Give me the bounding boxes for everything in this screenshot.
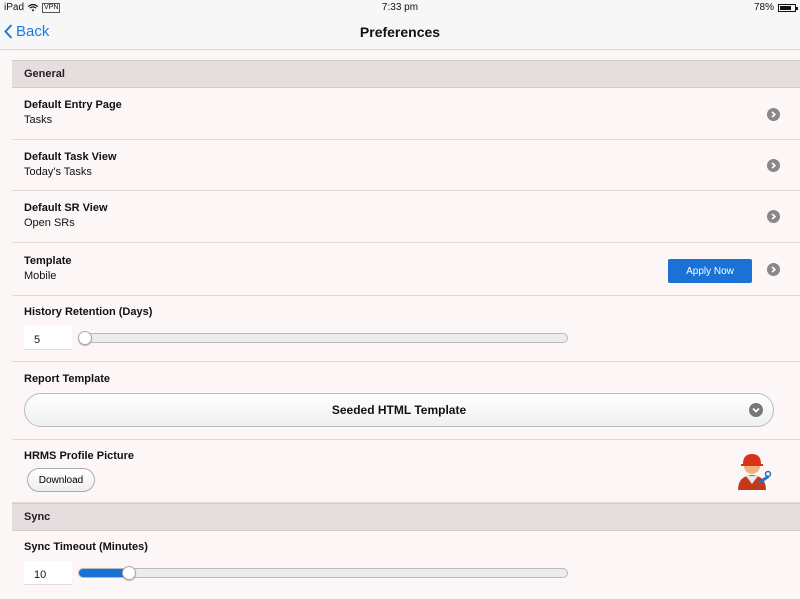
sync-timeout-slider-track[interactable] [78, 568, 568, 578]
section-header-sync: Sync [12, 503, 800, 531]
download-button[interactable]: Download [27, 468, 95, 492]
sync-timeout-row: Sync Timeout (Minutes) 10 [12, 531, 800, 597]
battery-fill [780, 5, 791, 10]
row-title: HRMS Profile Picture [24, 450, 135, 462]
chevron-right-icon[interactable] [767, 210, 780, 223]
row-title: Report Template [24, 373, 110, 385]
history-retention-input[interactable]: 5 [24, 326, 72, 350]
row-title: Default Task View [24, 151, 117, 163]
chevron-right-icon[interactable] [767, 108, 780, 121]
apply-now-button[interactable]: Apply Now [668, 259, 752, 283]
report-template-selected-value: Seeded HTML Template [331, 403, 467, 417]
profile-avatar-icon [738, 454, 772, 490]
default-task-view-row[interactable]: Default Task View Today's Tasks [12, 140, 800, 191]
history-retention-slider-track[interactable] [78, 333, 568, 343]
battery-percent: 78% [753, 2, 774, 13]
row-value: Today's Tasks [24, 166, 92, 178]
status-bar: iPad VPN 7:33 pm 78% [0, 0, 800, 16]
section-header-general: General [12, 60, 800, 88]
row-title: Default SR View [24, 202, 108, 214]
slider-fill [79, 569, 124, 577]
sync-timeout-slider-thumb[interactable] [122, 566, 137, 580]
report-template-row: Report Template Seeded HTML Template [12, 362, 800, 440]
row-value: Tasks [24, 114, 53, 126]
battery-icon [778, 3, 798, 12]
sync-timeout-input[interactable]: 10 [24, 561, 72, 585]
preferences-list: General Default Entry Page Tasks Default… [12, 60, 800, 597]
history-retention-slider-thumb[interactable] [78, 331, 92, 345]
chevron-down-icon [749, 403, 763, 417]
row-title: History Retention (Days) [24, 306, 153, 318]
chevron-right-icon[interactable] [767, 159, 780, 172]
history-retention-row: History Retention (Days) 5 [12, 296, 800, 362]
row-value: Open SRs [24, 217, 75, 229]
status-time: 7:33 pm [381, 2, 419, 13]
default-entry-page-row[interactable]: Default Entry Page Tasks [12, 88, 800, 140]
navigation-bar: Back Preferences [0, 16, 800, 50]
chevron-right-icon[interactable] [767, 263, 780, 276]
report-template-select[interactable]: Seeded HTML Template [24, 393, 774, 427]
default-sr-view-row[interactable]: Default SR View Open SRs [12, 191, 800, 243]
hrms-profile-picture-row: HRMS Profile Picture Download [12, 440, 800, 503]
template-row[interactable]: Template Mobile Apply Now [12, 243, 800, 296]
page-title: Preferences [359, 24, 441, 40]
row-title: Sync Timeout (Minutes) [24, 541, 148, 553]
row-title: Default Entry Page [24, 99, 122, 111]
